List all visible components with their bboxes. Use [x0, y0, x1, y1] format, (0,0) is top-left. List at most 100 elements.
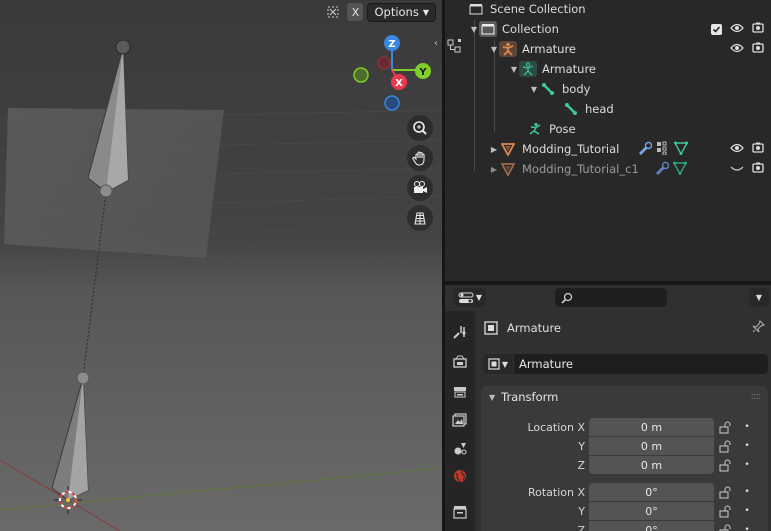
mesh-object-icon: [499, 161, 517, 177]
3d-viewport[interactable]: Z Y X X Options ▼ ‹: [0, 0, 442, 531]
output-tab-icon[interactable]: [449, 381, 471, 403]
expand-arrow-icon[interactable]: ▶: [489, 145, 499, 154]
rotation-z-field[interactable]: 0°: [589, 521, 714, 531]
lock-open-icon[interactable]: [718, 458, 732, 472]
vertex-groups-icon[interactable]: [656, 141, 670, 158]
snap-settings-icon[interactable]: [323, 3, 343, 21]
viewport-scene[interactable]: Z Y X: [0, 0, 442, 531]
collection-tab-icon[interactable]: [449, 501, 471, 523]
outliner-row-bone-head[interactable]: head: [445, 99, 771, 119]
object-title: Armature: [507, 321, 561, 335]
object-name-field[interactable]: Armature: [514, 354, 768, 374]
outliner-row-modding-tutorial-c1[interactable]: ▶ Modding_Tutorial_c1: [445, 159, 771, 179]
eye-icon[interactable]: [730, 23, 744, 36]
render-tab-icon[interactable]: [449, 351, 471, 373]
location-y-field[interactable]: 0 m: [589, 437, 714, 455]
viewport-header: X Options ▼: [323, 2, 436, 22]
rotation-y-field[interactable]: 0°: [589, 502, 714, 520]
render-camera-icon[interactable]: [752, 162, 764, 176]
world-tab-icon[interactable]: [449, 465, 471, 487]
search-icon: [561, 292, 573, 304]
render-camera-icon[interactable]: [752, 142, 764, 156]
properties-tabs: [445, 311, 475, 531]
editor-type-dropdown[interactable]: ▼: [454, 288, 486, 307]
lock-open-icon[interactable]: [718, 420, 732, 434]
expand-arrow-icon[interactable]: ▼: [509, 65, 519, 74]
lock-open-icon[interactable]: [718, 504, 732, 518]
outliner-row-armature-object[interactable]: ▼ Armature: [445, 39, 771, 59]
outliner-row-armature-data[interactable]: ▼ Armature: [445, 59, 771, 79]
render-camera-icon[interactable]: [752, 22, 764, 36]
object-browse-dropdown[interactable]: ▼: [483, 354, 513, 374]
mesh-data-icon[interactable]: [672, 161, 688, 178]
outliner-row-pose[interactable]: Pose: [445, 119, 771, 139]
options-label: Options: [374, 5, 419, 19]
hand-pan-icon[interactable]: [407, 145, 433, 171]
render-camera-icon[interactable]: [752, 42, 764, 56]
outliner-row-collection[interactable]: ▼ Collection: [445, 19, 771, 39]
options-dropdown[interactable]: Options ▼: [367, 2, 436, 22]
rotation-x-row: Rotation X 0° •: [481, 483, 768, 501]
outliner-label: head: [585, 102, 614, 116]
eye-icon[interactable]: [730, 143, 744, 156]
keyframe-dot-icon[interactable]: •: [743, 422, 751, 432]
keyframe-dot-icon[interactable]: •: [743, 441, 751, 451]
keyframe-dot-icon[interactable]: •: [743, 460, 751, 470]
wrench-modifier-icon[interactable]: [638, 141, 653, 158]
keyframe-dot-icon[interactable]: •: [743, 487, 751, 497]
rotation-z-row: Z 0° •: [481, 521, 768, 531]
armature-object-icon: [499, 41, 517, 57]
object-icon: [484, 321, 498, 335]
camera-icon[interactable]: [407, 175, 433, 201]
expand-arrow-icon[interactable]: ▶: [489, 165, 499, 174]
scene-tab-icon[interactable]: [449, 437, 471, 459]
expand-arrow-icon[interactable]: ▼: [489, 45, 499, 54]
rotation-x-field[interactable]: 0°: [589, 483, 714, 501]
pin-icon[interactable]: [752, 319, 766, 336]
outliner-row-modding-tutorial[interactable]: ▶ Modding_Tutorial: [445, 139, 771, 159]
x-toggle-button[interactable]: X: [347, 3, 364, 21]
mesh-data-icon[interactable]: [673, 141, 689, 158]
expand-arrow-icon[interactable]: ▼: [529, 85, 539, 94]
location-z-field[interactable]: 0 m: [589, 456, 714, 474]
chevron-down-icon: ▼: [501, 359, 509, 369]
outliner-label: Modding_Tutorial_c1: [522, 162, 639, 176]
location-x-row: Location X 0 m •: [481, 418, 768, 436]
location-x-field[interactable]: 0 m: [589, 418, 714, 436]
drag-grip-icon[interactable]: ::::: [751, 391, 762, 402]
outliner: Scene Collection ▼ Collection ▼ Armature…: [445, 0, 771, 281]
outliner-label: Modding_Tutorial: [522, 142, 620, 156]
eye-icon[interactable]: [730, 43, 744, 56]
pose-icon: [526, 121, 544, 137]
location-y-row: Y 0 m •: [481, 437, 768, 455]
properties-header: ▼ ▼: [445, 285, 771, 311]
properties-content: Armature ▼ Armature ▼ Transform :::: Loc…: [475, 311, 771, 531]
wrench-modifier-icon[interactable]: [655, 161, 670, 178]
properties-search-input[interactable]: [555, 288, 667, 307]
eye-closed-icon[interactable]: [730, 163, 744, 176]
view-layer-tab-icon[interactable]: [449, 409, 471, 431]
chevron-down-icon: ▼: [422, 7, 429, 17]
location-z-label: Z: [577, 458, 585, 472]
zoom-icon[interactable]: [407, 115, 433, 141]
outliner-label: Armature: [542, 62, 596, 76]
tool-tab-icon[interactable]: [449, 321, 471, 343]
location-y-label: Y: [578, 439, 585, 453]
chevron-down-icon: ▼: [489, 392, 496, 402]
gizmo-y-label: Y: [418, 67, 427, 78]
lock-open-icon[interactable]: [718, 485, 732, 499]
transform-panel-header[interactable]: ▼ Transform: [481, 386, 768, 408]
keyframe-dot-icon[interactable]: •: [743, 506, 751, 516]
outliner-label: Collection: [502, 22, 559, 36]
outliner-row-bone-body[interactable]: ▼ body: [445, 79, 771, 99]
options-chevron-icon[interactable]: ▼: [749, 288, 769, 307]
lock-open-icon[interactable]: [718, 523, 732, 531]
keyframe-dot-icon[interactable]: •: [743, 525, 751, 531]
lock-open-icon[interactable]: [718, 439, 732, 453]
outliner-row-scene-collection[interactable]: Scene Collection: [445, 0, 771, 19]
grid-perspective-icon[interactable]: [407, 205, 433, 231]
sidebar-toggle-icon[interactable]: ‹: [434, 38, 438, 49]
checkbox-checked-icon[interactable]: [711, 23, 722, 35]
outliner-label: Pose: [549, 122, 576, 136]
expand-arrow-icon[interactable]: ▼: [469, 25, 479, 34]
